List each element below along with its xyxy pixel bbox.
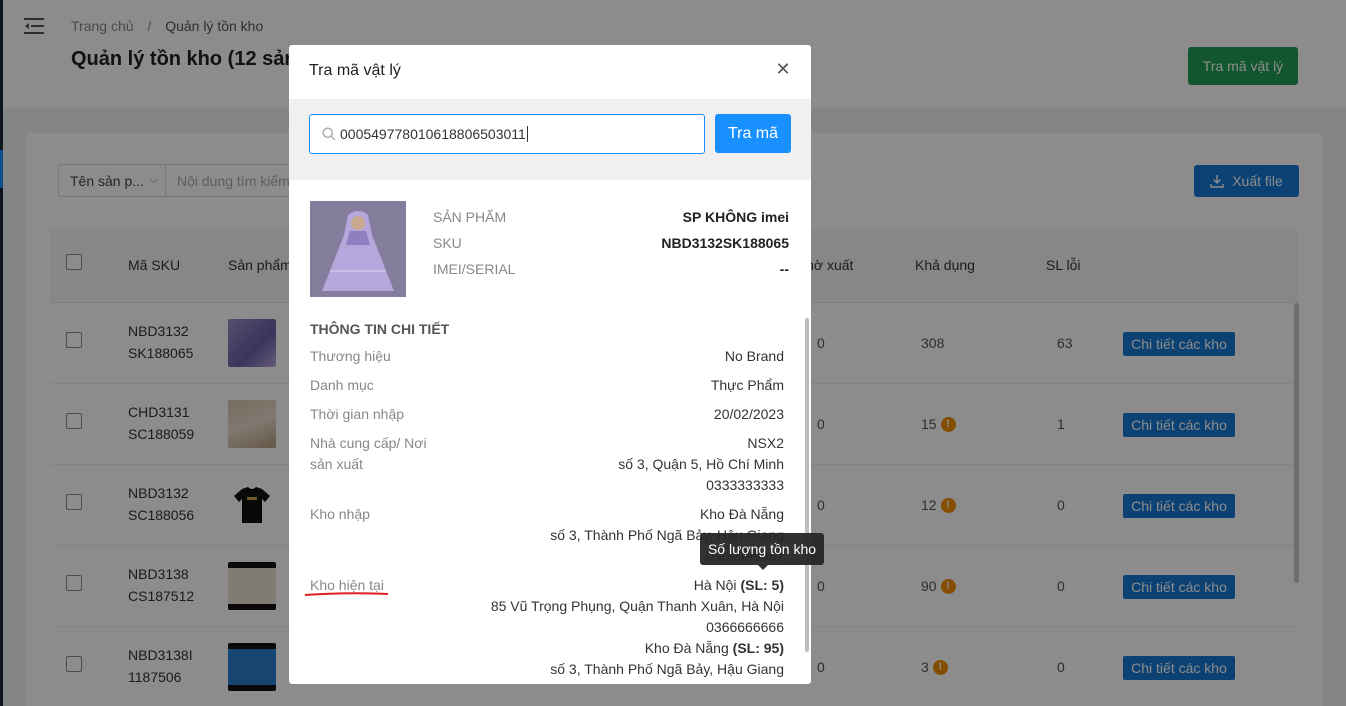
supplier-value: NSX2 số 3, Quận 5, Hồ Chí Minh 033333333… — [618, 433, 784, 496]
modal-title: Tra mã vật lý — [309, 62, 401, 79]
warehouse-1-address: 85 Vũ Trọng Phụng, Quận Thanh Xuân, Hà N… — [490, 598, 784, 614]
modal-search-bar: 000549778010618806503011 Tra mã — [289, 99, 811, 180]
product-label: SẢN PHẨM — [433, 209, 507, 225]
supplier-address: số 3, Quận 5, Hồ Chí Minh — [618, 456, 784, 472]
product-name: SP KHÔNG imei — [682, 209, 789, 225]
warehouse-2-name: Kho Đà Nẵng — [644, 640, 729, 656]
code-search-value: 000549778010618806503011 — [340, 126, 526, 142]
modal-header: Tra mã vật lý ✕ — [289, 45, 811, 99]
modal-body: SẢN PHẨM SP KHÔNG imei SKU NBD3132SK1880… — [289, 180, 811, 684]
brand-label: Thương hiệu — [310, 348, 391, 364]
brand-value: No Brand — [724, 348, 784, 364]
warehouse-1-phone: 0366666666 — [706, 619, 784, 635]
warehouse-2-address: số 3, Thành Phố Ngã Bảy, Hậu Giang — [550, 661, 784, 677]
import-time-value: 20/02/2023 — [713, 406, 784, 422]
current-warehouse-value: Hà Nội (SL: 5) 85 Vũ Trọng Phụng, Quận T… — [491, 575, 784, 680]
category-value: Thực Phẩm — [710, 377, 784, 393]
annotation-underline — [304, 592, 389, 596]
stock-quantity-tooltip: Số lượng tồn kho — [700, 533, 824, 570]
supplier-label: Nhà cung cấp/ Nơi sản xuất — [310, 433, 427, 475]
modal-scrollbar[interactable] — [805, 318, 809, 652]
import-time-label: Thời gian nhập — [310, 406, 405, 422]
imei-value: -- — [779, 261, 789, 277]
warehouse-1-name: Hà Nội — [693, 577, 737, 593]
detail-section-title: THÔNG TIN CHI TIẾT — [310, 321, 450, 337]
text-caret — [526, 126, 528, 142]
close-icon[interactable]: ✕ — [773, 59, 793, 79]
lookup-code-button[interactable]: Tra mã — [715, 114, 791, 153]
warehouse-2-line: Kho Đà Nẵng (SL: 95) — [491, 638, 784, 659]
warehouse-2-qty: (SL: 95) — [732, 640, 784, 656]
product-image — [310, 201, 406, 297]
supplier-phone: 0333333333 — [706, 477, 784, 493]
tooltip-text: Số lượng tồn kho — [707, 541, 817, 557]
tooltip-arrow — [758, 565, 768, 570]
search-icon — [322, 127, 336, 141]
sku-value: NBD3132SK188065 — [661, 235, 789, 251]
physical-code-lookup-modal: Tra mã vật lý ✕ 000549778010618806503011… — [289, 45, 811, 684]
code-search-input[interactable]: 000549778010618806503011 — [309, 114, 705, 154]
import-warehouse-name: Kho Đà Nẵng — [699, 506, 784, 522]
import-warehouse-label: Kho nhập — [310, 506, 370, 522]
warehouse-1-qty: (SL: 5) — [740, 577, 784, 593]
category-label: Danh mục — [310, 377, 374, 393]
supplier-label-line: Nhà cung cấp/ Nơi — [310, 435, 427, 451]
sku-label: SKU — [433, 235, 462, 251]
supplier-name: NSX2 — [747, 435, 784, 451]
supplier-label-line: sản xuất — [310, 456, 363, 472]
imei-label: IMEI/SERIAL — [433, 261, 516, 277]
warehouse-1-line: Hà Nội (SL: 5) — [491, 575, 784, 596]
